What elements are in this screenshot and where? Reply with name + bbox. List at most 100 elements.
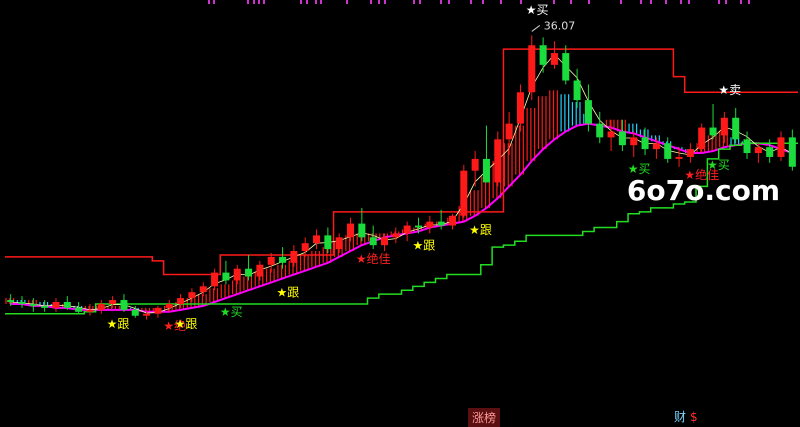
candle-body [290, 251, 298, 263]
top-tick-mark [650, 0, 652, 4]
candle-body [686, 149, 694, 157]
candle-body [335, 237, 343, 250]
candle-body [596, 123, 604, 138]
candle-body [301, 243, 309, 252]
candle-body [313, 235, 321, 244]
candle-body [788, 137, 796, 167]
candle-body [709, 127, 717, 136]
candle-body [97, 303, 105, 310]
candle-body [177, 298, 185, 304]
candle-body [448, 215, 456, 226]
candlestick-chart: 36.07★跟 ★绝★跟★买★跟★绝佳★跟★跟★买★买 ★绝佳★买★卖 [5, 3, 798, 333]
top-tick-mark [247, 0, 249, 4]
top-tick-mark [346, 0, 348, 4]
top-tick-mark [440, 0, 442, 4]
candle-body [222, 272, 230, 281]
top-tick-mark [740, 0, 742, 4]
tab-zhangbang[interactable]: 涨榜 [468, 408, 501, 427]
candle-body [369, 237, 377, 246]
candle-body [607, 131, 615, 138]
candle-body [460, 170, 468, 216]
candle-body [403, 225, 411, 234]
top-tick-marks [0, 0, 800, 5]
top-tick-mark [520, 0, 522, 4]
candle-body [154, 307, 162, 314]
top-tick-mark [213, 0, 215, 4]
candle-body [18, 302, 26, 304]
candle-body [494, 139, 502, 183]
candle-body [279, 256, 287, 263]
candle-body [698, 127, 706, 150]
signal-annotation: ★买 [220, 305, 243, 319]
tab-zhangbang-label: 涨榜 [472, 411, 497, 425]
candle-body [52, 302, 60, 308]
candle-body [471, 158, 479, 171]
high-label-pointer [531, 25, 541, 32]
candle-body [652, 143, 660, 150]
candle-body [550, 53, 558, 65]
top-tick-mark [500, 0, 502, 4]
watermark-text: 6o7o.com [626, 174, 780, 207]
top-tick-mark [620, 0, 622, 4]
candle-body [7, 300, 15, 302]
candle-body [143, 313, 151, 316]
tab-caifu-suffix: $ [690, 410, 698, 424]
top-tick-mark [306, 0, 308, 4]
signal-annotation: ★买 [526, 3, 549, 17]
candle-body [641, 137, 649, 150]
top-tick-mark [718, 0, 720, 4]
candle-body [324, 235, 332, 250]
candle-body [86, 309, 94, 312]
signal-annotation: ★跟 [412, 238, 435, 252]
candle-body [245, 268, 253, 277]
top-tick-mark [588, 0, 590, 4]
signal-annotation: ★买 [707, 158, 730, 172]
candle-body [188, 292, 196, 299]
candle-body [505, 123, 513, 140]
top-tick-mark [384, 0, 386, 4]
candle-body [720, 117, 728, 136]
candle-body [482, 158, 490, 183]
top-tick-mark [688, 0, 690, 4]
candle-body [664, 143, 672, 159]
candle-body [777, 137, 785, 157]
candle-body [584, 100, 592, 124]
top-tick-mark [320, 0, 322, 4]
candle-body [630, 137, 638, 146]
top-tick-mark [370, 0, 372, 4]
top-tick-mark [258, 0, 260, 4]
candle-body [109, 300, 117, 304]
candle-body [199, 286, 207, 293]
candle-body [256, 264, 264, 277]
tab-caifu[interactable]: 财 $ [674, 408, 698, 425]
candle-body [414, 225, 423, 228]
top-tick-mark [448, 0, 450, 4]
top-tick-mark [725, 0, 727, 4]
top-tick-mark [315, 0, 317, 4]
signal-annotation: ★绝佳 [356, 251, 391, 266]
top-tick-mark [665, 0, 667, 4]
top-tick-mark [419, 0, 421, 4]
signal-annotation: ★卖 [718, 83, 741, 97]
top-tick-mark [253, 0, 255, 4]
candle-body [347, 223, 355, 238]
top-tick-mark [570, 0, 572, 4]
top-tick-mark [748, 0, 750, 4]
support-line [5, 142, 798, 315]
signal-annotation: ★跟 [277, 285, 300, 299]
candle-body [233, 268, 241, 281]
candle-body [165, 303, 173, 308]
candle-body [29, 303, 37, 306]
candle-body [75, 307, 83, 312]
candle-body [267, 256, 275, 265]
top-tick-mark [300, 0, 302, 4]
candle-body [131, 309, 139, 316]
candle-body [41, 305, 49, 308]
candle-body [392, 233, 400, 238]
candle-body [766, 147, 774, 157]
candle-body [437, 221, 445, 226]
top-tick-mark [482, 0, 484, 4]
signal-annotation: ★跟 [469, 223, 492, 237]
candle-body [63, 302, 71, 308]
candle-body [211, 272, 219, 287]
